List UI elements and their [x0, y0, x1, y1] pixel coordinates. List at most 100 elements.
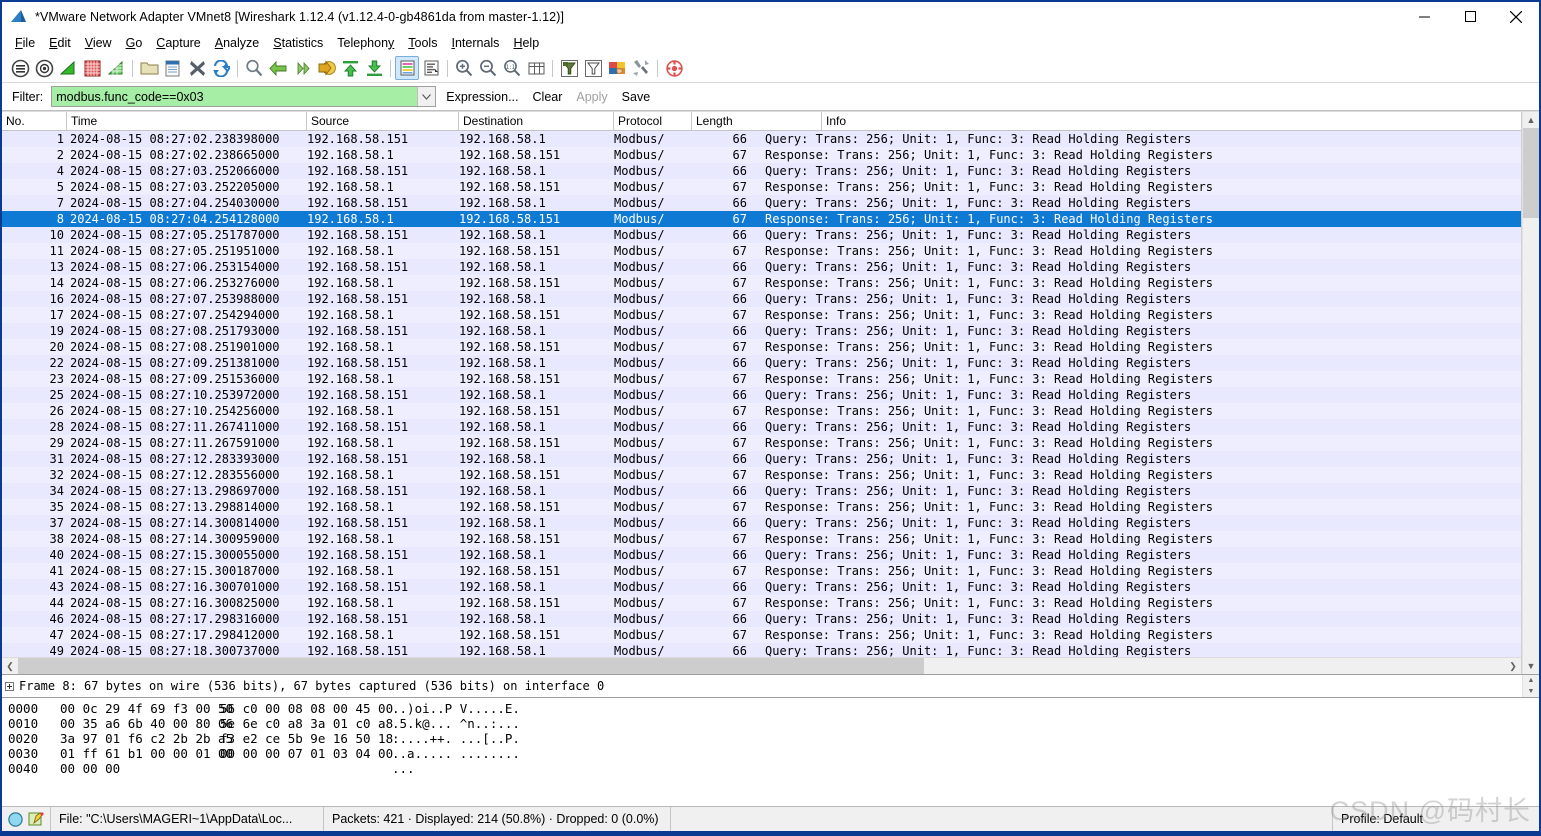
vscroll-up-arrow-icon[interactable]: ▲ [1523, 112, 1539, 128]
zoom-out-icon[interactable] [476, 56, 500, 80]
go-back-icon[interactable] [266, 56, 290, 80]
menu-view[interactable]: View [78, 34, 119, 53]
hscroll-left-arrow-icon[interactable]: ❮ [2, 658, 18, 674]
column-header-destination[interactable]: Destination [459, 112, 614, 130]
expression-button[interactable]: Expression... [446, 90, 518, 104]
menu-statistics[interactable]: Statistics [266, 34, 330, 53]
hex-dump-line[interactable]: 0040 00 00 00... [8, 761, 1539, 776]
table-row[interactable]: 41 2024-08-15 08:27:15.300187000 192.168.5… [2, 563, 1521, 579]
clear-filter-button[interactable]: Clear [533, 90, 563, 104]
vscroll-down-arrow-icon[interactable]: ▼ [1523, 658, 1539, 674]
table-row[interactable]: 17 2024-08-15 08:27:07.254294000 192.168.5… [2, 307, 1521, 323]
table-row[interactable]: 32 2024-08-15 08:27:12.283556000 192.168.5… [2, 467, 1521, 483]
table-row[interactable]: 20 2024-08-15 08:27:08.251901000 192.168.5… [2, 339, 1521, 355]
go-forward-icon[interactable] [290, 56, 314, 80]
table-row[interactable]: 35 2024-08-15 08:27:13.298814000 192.168.5… [2, 499, 1521, 515]
menu-internals[interactable]: Internals [444, 34, 506, 53]
table-row[interactable]: 1 2024-08-15 08:27:02.238398000 192.168.58… [2, 131, 1521, 147]
table-row[interactable]: 23 2024-08-15 08:27:09.251536000 192.168.5… [2, 371, 1521, 387]
hex-dump-line[interactable]: 0020 3a 97 01 f6 c2 2b 2b a5f3 e2 ce 5b 9… [8, 731, 1539, 746]
table-row[interactable]: 38 2024-08-15 08:27:14.300959000 192.168.5… [2, 531, 1521, 547]
table-row[interactable]: 40 2024-08-15 08:27:15.300055000 192.168.5… [2, 547, 1521, 563]
packet-details-root-row[interactable]: Frame 8: 67 bytes on wire (536 bits), 67… [2, 675, 1522, 697]
preferences-icon[interactable] [629, 56, 653, 80]
open-file-icon[interactable] [137, 56, 161, 80]
column-header-time[interactable]: Time [67, 112, 307, 130]
table-row[interactable]: 4 2024-08-15 08:27:03.252066000 192.168.58… [2, 163, 1521, 179]
table-row[interactable]: 8 2024-08-15 08:27:04.254128000 192.168.58… [2, 211, 1521, 227]
coloring-rules-icon[interactable] [605, 56, 629, 80]
menu-help[interactable]: Help [506, 34, 546, 53]
capture-comment-pencil-icon[interactable] [28, 811, 44, 827]
table-row[interactable]: 10 2024-08-15 08:27:05.251787000 192.168.5… [2, 227, 1521, 243]
resize-columns-icon[interactable] [524, 56, 548, 80]
display-filters-icon[interactable] [581, 56, 605, 80]
column-header-no[interactable]: No. [2, 112, 67, 130]
table-row[interactable]: 2 2024-08-15 08:27:02.238665000 192.168.58… [2, 147, 1521, 163]
table-row[interactable]: 26 2024-08-15 08:27:10.254256000 192.168.5… [2, 403, 1521, 419]
interfaces-icon[interactable] [8, 56, 32, 80]
status-profile[interactable]: Profile: Default [1332, 807, 1539, 831]
vscroll-thumb[interactable] [1523, 128, 1539, 218]
table-row[interactable]: 44 2024-08-15 08:27:16.300825000 192.168.5… [2, 595, 1521, 611]
table-row[interactable]: 29 2024-08-15 08:27:11.267591000 192.168.5… [2, 435, 1521, 451]
table-row[interactable]: 11 2024-08-15 08:27:05.251951000 192.168.5… [2, 243, 1521, 259]
menu-telephony[interactable]: Telephony [330, 34, 401, 53]
vscroll-track[interactable] [1523, 128, 1539, 658]
column-header-info[interactable]: Info [822, 112, 1521, 130]
table-row[interactable]: 46 2024-08-15 08:27:17.298316000 192.168.5… [2, 611, 1521, 627]
detail-vscrollbar[interactable]: ▲ ▼ [1522, 675, 1539, 697]
chevron-down-icon[interactable] [417, 87, 436, 106]
zoom-reset-icon[interactable]: 1:1 [500, 56, 524, 80]
menu-file[interactable]: File [8, 34, 42, 53]
close-button[interactable] [1493, 2, 1539, 31]
column-header-protocol[interactable]: Protocol [614, 112, 692, 130]
go-last-packet-icon[interactable] [362, 56, 386, 80]
stop-capture-icon[interactable] [80, 56, 104, 80]
help-icon[interactable] [662, 56, 686, 80]
hscroll-right-arrow-icon[interactable]: ❯ [1505, 658, 1521, 674]
auto-scroll-icon[interactable] [419, 56, 443, 80]
capture-options-icon[interactable] [32, 56, 56, 80]
capture-filters-icon[interactable] [557, 56, 581, 80]
table-row[interactable]: 14 2024-08-15 08:27:06.253276000 192.168.5… [2, 275, 1521, 291]
colorize-icon[interactable] [395, 56, 419, 80]
table-row[interactable]: 22 2024-08-15 08:27:09.251381000 192.168.5… [2, 355, 1521, 371]
table-row[interactable]: 34 2024-08-15 08:27:13.298697000 192.168.5… [2, 483, 1521, 499]
column-header-length[interactable]: Length [692, 112, 822, 130]
table-row[interactable]: 16 2024-08-15 08:27:07.253988000 192.168.5… [2, 291, 1521, 307]
table-row[interactable]: 5 2024-08-15 08:27:03.252205000 192.168.58… [2, 179, 1521, 195]
table-row[interactable]: 13 2024-08-15 08:27:06.253154000 192.168.5… [2, 259, 1521, 275]
start-capture-icon[interactable] [56, 56, 80, 80]
apply-filter-button[interactable]: Apply [576, 90, 607, 104]
table-row[interactable]: 19 2024-08-15 08:27:08.251793000 192.168.5… [2, 323, 1521, 339]
hex-dump-line[interactable]: 0000 00 0c 29 4f 69 f3 00 5056 c0 00 08 0… [8, 701, 1539, 716]
restart-capture-icon[interactable] [104, 56, 128, 80]
table-row[interactable]: 31 2024-08-15 08:27:12.283393000 192.168.5… [2, 451, 1521, 467]
table-row[interactable]: 47 2024-08-15 08:27:17.298412000 192.168.5… [2, 627, 1521, 643]
column-header-source[interactable]: Source [307, 112, 459, 130]
hscroll-track[interactable] [18, 658, 1505, 674]
minimize-button[interactable] [1401, 2, 1447, 31]
hex-dump-line[interactable]: 0030 01 ff 61 b1 00 00 01 0000 00 00 07 0… [8, 746, 1539, 761]
menu-capture[interactable]: Capture [149, 34, 207, 53]
menu-edit[interactable]: Edit [42, 34, 78, 53]
table-row[interactable]: 37 2024-08-15 08:27:14.300814000 192.168.5… [2, 515, 1521, 531]
detail-vscroll-up-arrow-icon[interactable]: ▲ [1523, 675, 1539, 686]
table-row[interactable]: 28 2024-08-15 08:27:11.267411000 192.168.5… [2, 419, 1521, 435]
table-row[interactable]: 49 2024-08-15 08:27:18.300737000 192.168.5… [2, 643, 1521, 657]
table-row[interactable]: 43 2024-08-15 08:27:16.300701000 192.168.5… [2, 579, 1521, 595]
expert-info-circle-icon[interactable] [8, 811, 23, 827]
filter-combobox[interactable] [51, 86, 437, 107]
reload-file-icon[interactable] [209, 56, 233, 80]
zoom-in-icon[interactable] [452, 56, 476, 80]
hex-dump[interactable]: 0000 00 0c 29 4f 69 f3 00 5056 c0 00 08 0… [2, 698, 1539, 806]
packet-list-hscrollbar[interactable]: ❮ ❯ [2, 657, 1521, 674]
save-filter-button[interactable]: Save [622, 90, 651, 104]
hex-dump-line[interactable]: 0010 00 35 a6 6b 40 00 80 065e 6e c0 a8 3… [8, 716, 1539, 731]
go-first-packet-icon[interactable] [338, 56, 362, 80]
menu-tools[interactable]: Tools [401, 34, 444, 53]
hscroll-thumb[interactable] [18, 658, 924, 674]
plus-box-icon[interactable] [5, 681, 14, 691]
go-to-packet-icon[interactable] [314, 56, 338, 80]
